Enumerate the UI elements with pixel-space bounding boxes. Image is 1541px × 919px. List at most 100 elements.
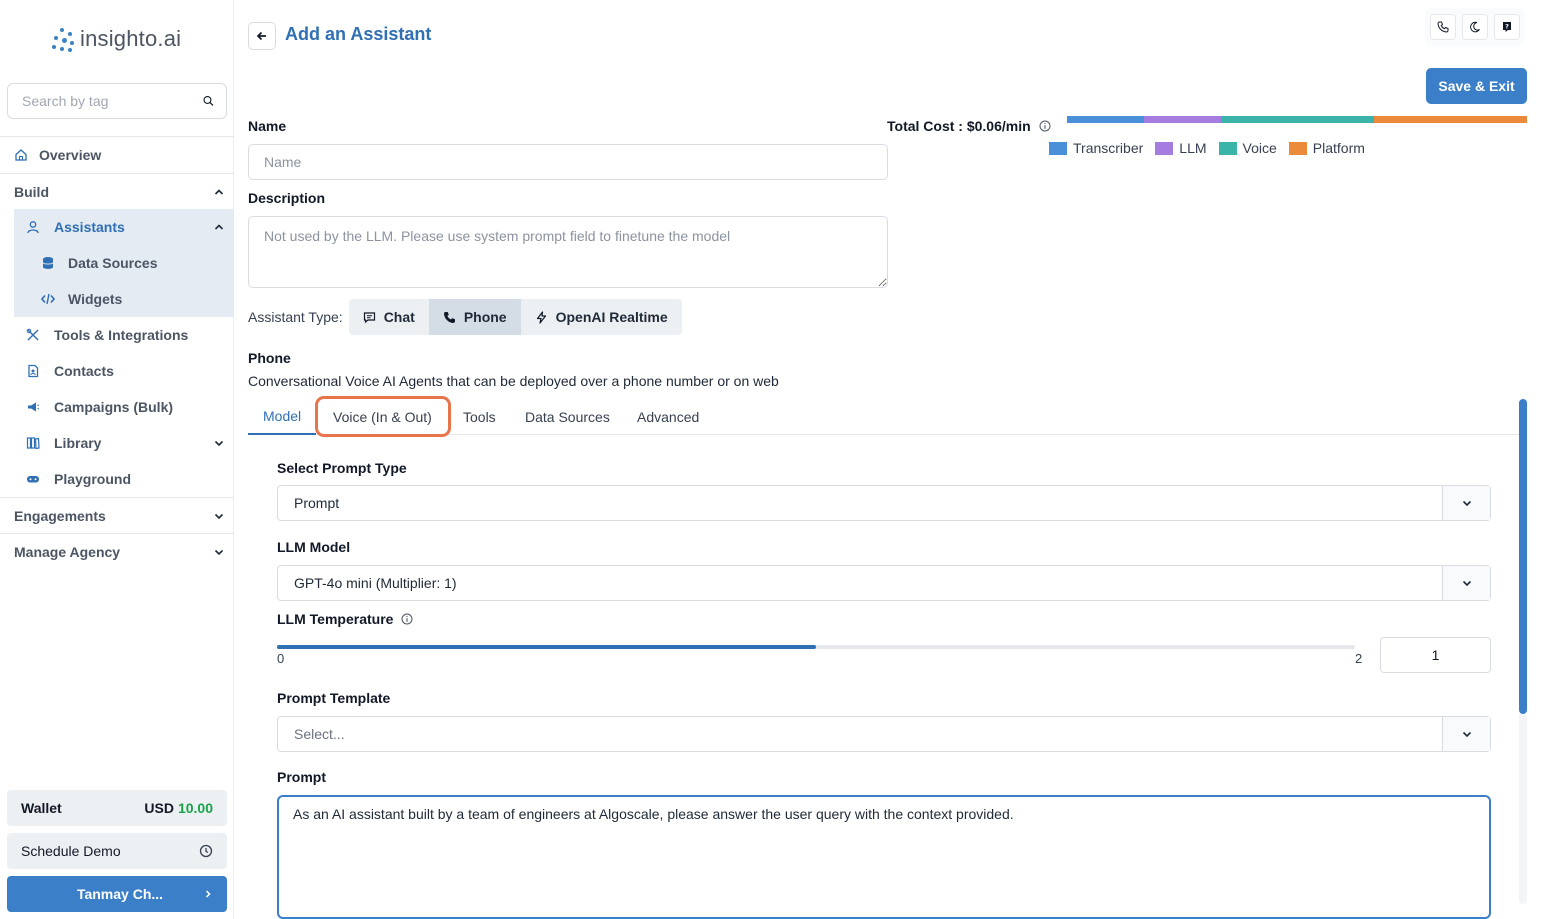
scrollbar-track[interactable] [1519, 714, 1527, 904]
svg-text:?: ? [1505, 22, 1509, 30]
prompt-template-label: Prompt Template [277, 690, 391, 706]
prompt-template-placeholder: Select... [294, 726, 345, 742]
sidebar-item-data-sources[interactable]: Data Sources [14, 245, 234, 281]
wallet: Wallet USD 10.00 [7, 790, 227, 826]
tools-icon [26, 328, 54, 342]
description-input[interactable] [248, 216, 888, 288]
type-phone-label: Phone [463, 309, 507, 325]
chevron-up-icon[interactable] [204, 221, 234, 233]
save-exit-button[interactable]: Save & Exit [1426, 68, 1527, 104]
sidebar-item-label: Playground [54, 471, 132, 487]
logo-text: insighto.ai [80, 26, 182, 51]
info-icon[interactable] [1039, 120, 1051, 132]
llm-model-select[interactable]: GPT-4o mini (Multiplier: 1) [277, 565, 1491, 601]
assistant-type-group: Chat Phone OpenAI Realtime [348, 299, 682, 335]
moon-icon[interactable] [1462, 14, 1488, 40]
assistant-type-label: Assistant Type: [248, 309, 343, 325]
help-icon[interactable]: ? [1494, 14, 1520, 40]
page-title: Add an Assistant [285, 24, 432, 44]
chevron-down-icon[interactable] [204, 510, 234, 522]
sidebar-item-assistants[interactable]: Assistants [14, 209, 234, 245]
tab-tools[interactable]: Tools [463, 398, 496, 435]
sidebar-item-tools-integrations[interactable]: Tools & Integrations [0, 317, 234, 353]
llm-temperature-heading: LLM Temperature [277, 611, 413, 627]
sidebar-section-label: Manage Agency [14, 543, 121, 560]
sidebar-section-label: Build [14, 183, 49, 200]
sidebar-item-label: Data Sources [68, 255, 158, 271]
chevron-down-icon[interactable] [1442, 486, 1490, 520]
chevron-down-icon[interactable] [204, 437, 234, 449]
sidebar-item-label: Assistants [54, 219, 125, 235]
temperature-slider[interactable] [277, 645, 1355, 649]
type-chat-button[interactable]: Chat [349, 299, 429, 335]
search-box [7, 83, 227, 119]
phone-section-description: Conversational Voice AI Agents that can … [248, 373, 779, 389]
legend-label: Voice [1242, 140, 1277, 156]
sidebar-item-library[interactable]: Library [0, 425, 234, 461]
sidebar-item-playground[interactable]: Playground [0, 461, 234, 497]
search-icon[interactable] [203, 93, 214, 109]
tab-advanced[interactable]: Advanced [637, 398, 699, 435]
type-openai-realtime-button[interactable]: OpenAI Realtime [521, 299, 682, 335]
llm-temperature-label: LLM Temperature [277, 611, 394, 627]
sidebar-section-build[interactable]: Build [0, 173, 234, 209]
phone-icon [443, 311, 455, 323]
sidebar: insighto.ai Overview Build Assistants Da… [0, 0, 234, 919]
scrollbar-thumb[interactable] [1519, 399, 1527, 714]
contacts-icon [26, 364, 54, 378]
sidebar-section-manage-agency[interactable]: Manage Agency [0, 533, 234, 569]
prompt-template-select[interactable]: Select... [277, 716, 1491, 752]
chevron-down-icon[interactable] [1442, 717, 1490, 751]
top-toolbar: ? [1425, 8, 1525, 46]
legend-swatch [1049, 141, 1067, 155]
sidebar-item-widgets[interactable]: Widgets [14, 281, 234, 317]
tab-model[interactable]: Model [248, 398, 317, 435]
chevron-down-icon[interactable] [204, 546, 234, 558]
sidebar-item-campaigns[interactable]: Campaigns (Bulk) [0, 389, 234, 425]
legend-swatch [1288, 141, 1307, 155]
prompt-type-select[interactable]: Prompt [277, 485, 1491, 521]
temperature-input[interactable] [1380, 637, 1491, 673]
tab-data-sources[interactable]: Data Sources [525, 398, 610, 435]
sidebar-section-label: Engagements [14, 507, 106, 524]
gamepad-icon [26, 472, 54, 486]
sidebar-item-overview[interactable]: Overview [0, 136, 234, 173]
legend-swatch [1218, 141, 1237, 155]
total-cost: Total Cost : $0.06/min [887, 118, 1051, 134]
tab-voice-in-out[interactable]: Voice (In & Out) [333, 398, 432, 435]
phone-icon[interactable] [1430, 14, 1456, 40]
logo[interactable]: insighto.ai [50, 26, 181, 52]
cost-legend: Transcriber LLM Voice Platform [1049, 140, 1365, 156]
user-icon [26, 220, 54, 234]
legend-label: LLM [1179, 140, 1207, 156]
library-icon [26, 436, 54, 450]
lightning-icon [536, 310, 546, 324]
assistants-group: Assistants Data Sources Widgets [14, 209, 234, 317]
sidebar-section-engagements[interactable]: Engagements [0, 497, 234, 533]
sidebar-item-label: Campaigns (Bulk) [54, 399, 174, 415]
megaphone-icon [26, 400, 54, 414]
user-menu-button[interactable]: Tanmay Ch... [7, 876, 227, 912]
prompt-textarea[interactable]: As an AI assistant built by a team of en… [277, 795, 1491, 919]
name-label: Name [248, 118, 287, 134]
info-icon[interactable] [401, 613, 413, 625]
schedule-demo-label: Schedule Demo [21, 843, 121, 859]
schedule-demo-button[interactable]: Schedule Demo [7, 833, 227, 869]
wallet-label: Wallet [21, 800, 62, 816]
chevron-down-icon[interactable] [1442, 566, 1490, 600]
back-button[interactable] [248, 22, 276, 50]
prompt-label: Prompt [277, 769, 326, 785]
sidebar-item-label: Overview [39, 147, 102, 163]
chevron-up-icon[interactable] [204, 186, 234, 198]
description-label: Description [248, 190, 326, 206]
sidebar-item-label: Widgets [68, 291, 123, 307]
clock-icon [199, 844, 213, 858]
wallet-amount: 10.00 [177, 800, 213, 816]
sidebar-item-contacts[interactable]: Contacts [0, 353, 234, 389]
chat-icon [363, 311, 375, 323]
type-phone-button[interactable]: Phone [428, 299, 521, 335]
cost-segment-platform [1373, 116, 1527, 123]
sidebar-nav: Overview Build Assistants Data Sources W… [0, 136, 234, 569]
search-input[interactable] [22, 93, 203, 109]
name-input[interactable] [248, 144, 888, 180]
